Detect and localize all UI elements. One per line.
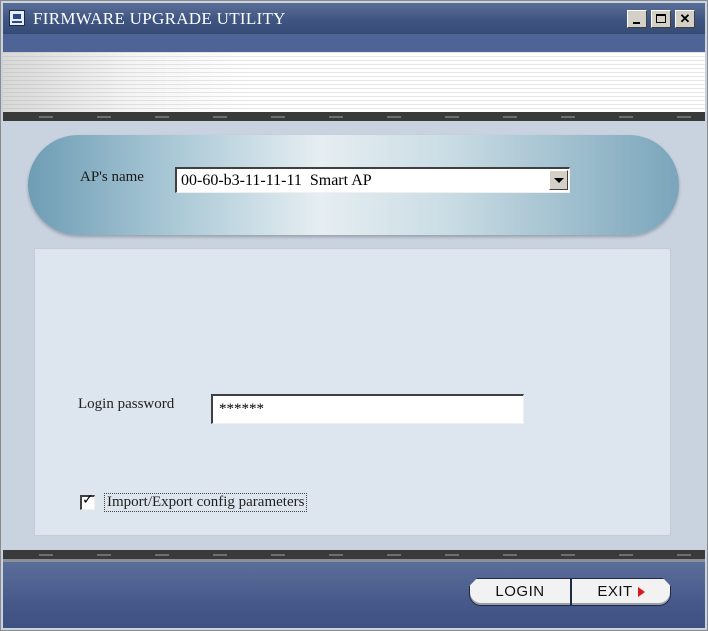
import-export-checkbox[interactable]: ✓ xyxy=(80,492,95,510)
app-icon[interactable] xyxy=(9,10,25,26)
login-password-label: Login password xyxy=(78,396,175,412)
exit-button[interactable]: EXIT xyxy=(571,578,671,606)
minimize-icon xyxy=(633,22,640,24)
exit-button-label: EXIT xyxy=(597,583,633,600)
app-window: FIRMWARE UPGRADE UTILITY ✕ AP's name 00-… xyxy=(0,0,708,631)
header-band xyxy=(3,34,705,52)
login-button[interactable]: LOGIN xyxy=(469,578,571,606)
header-divider xyxy=(3,112,705,121)
maximize-icon xyxy=(656,14,666,23)
ap-name-selected: 00-60-b3-11-11-11 Smart AP xyxy=(181,172,372,189)
ap-name-label: AP's name xyxy=(80,169,144,185)
maximize-button[interactable] xyxy=(651,10,671,28)
header-banner xyxy=(3,52,705,112)
title-bar[interactable]: FIRMWARE UPGRADE UTILITY ✕ xyxy=(3,3,705,34)
minimize-button[interactable] xyxy=(627,10,647,28)
window-title: FIRMWARE UPGRADE UTILITY xyxy=(33,9,286,28)
login-password-field[interactable] xyxy=(211,394,524,424)
login-button-label: LOGIN xyxy=(495,583,545,600)
chevron-down-icon[interactable] xyxy=(549,170,568,190)
ap-selector-panel: AP's name 00-60-b3-11-11-11 Smart AP xyxy=(28,135,679,235)
checkmark-icon: ✓ xyxy=(82,492,94,508)
footer-divider xyxy=(3,550,705,559)
footer-bar: LOGIN EXIT xyxy=(3,562,705,628)
close-button[interactable]: ✕ xyxy=(675,10,695,28)
arrow-right-icon xyxy=(637,587,645,598)
close-icon: ✕ xyxy=(679,11,691,26)
import-export-label[interactable]: Import/Export config parameters xyxy=(104,493,308,512)
ap-name-dropdown[interactable]: 00-60-b3-11-11-11 Smart AP xyxy=(175,167,570,193)
